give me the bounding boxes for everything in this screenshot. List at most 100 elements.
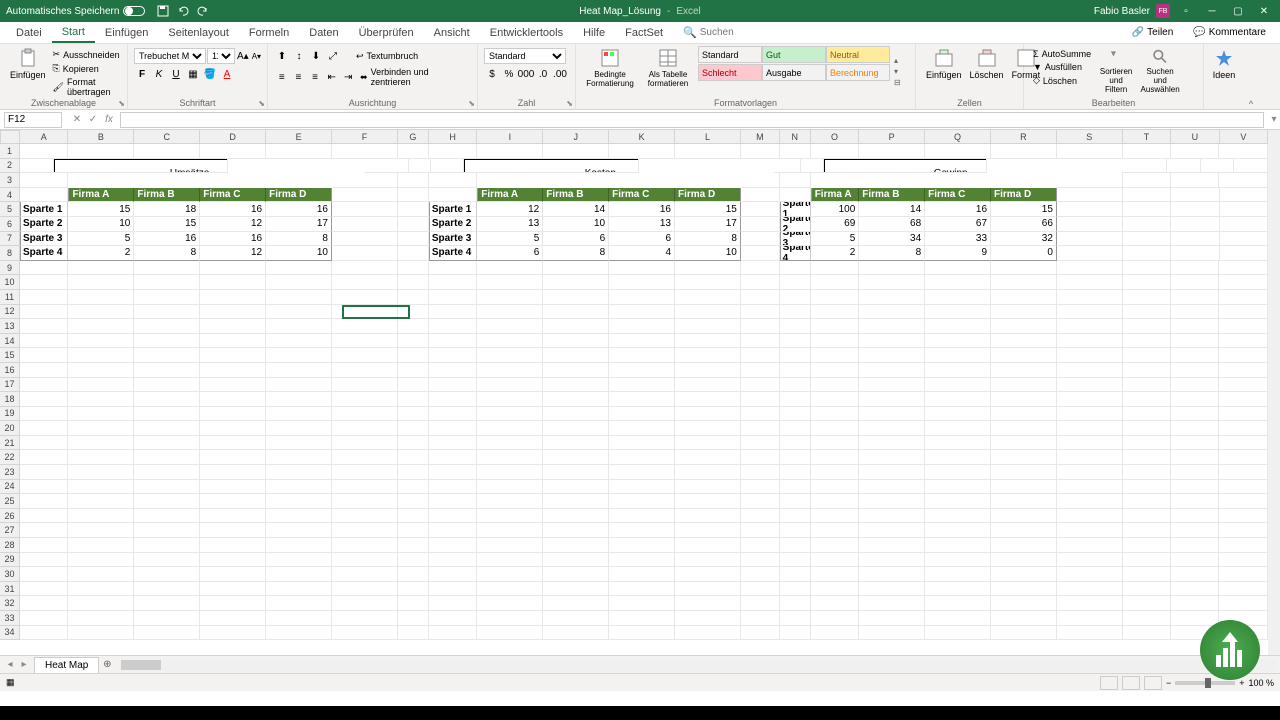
cell[interactable] <box>332 275 398 290</box>
cell[interactable] <box>780 144 811 159</box>
cell[interactable] <box>991 465 1057 480</box>
cell[interactable]: 16 <box>925 202 991 217</box>
cell[interactable] <box>1171 582 1219 597</box>
cell[interactable] <box>741 392 780 407</box>
style-ausgabe[interactable]: Ausgabe <box>762 64 826 81</box>
cell[interactable] <box>200 567 266 582</box>
cell[interactable] <box>20 188 68 203</box>
cell[interactable] <box>543 407 609 422</box>
cell[interactable] <box>675 363 741 378</box>
zoom-level[interactable]: 100 % <box>1248 678 1274 688</box>
col-header[interactable]: O <box>811 130 859 144</box>
cell[interactable] <box>477 567 543 582</box>
cell[interactable] <box>1057 173 1123 188</box>
cell[interactable] <box>20 509 68 524</box>
cell[interactable] <box>200 480 266 495</box>
cell[interactable] <box>859 494 925 509</box>
cell[interactable]: 66 <box>991 217 1057 232</box>
cell[interactable] <box>398 553 429 568</box>
cell[interactable] <box>741 567 780 582</box>
page-break-view-icon[interactable] <box>1144 676 1162 690</box>
cell[interactable] <box>1123 261 1171 276</box>
cell[interactable] <box>20 523 68 538</box>
cell[interactable] <box>991 509 1057 524</box>
col-header[interactable]: K <box>609 130 675 144</box>
tab-überprüfen[interactable]: Überprüfen <box>349 24 424 42</box>
cell[interactable] <box>811 596 859 611</box>
cell[interactable] <box>332 363 398 378</box>
cell[interactable] <box>1220 217 1268 232</box>
cell[interactable] <box>200 582 266 597</box>
cell[interactable]: 8 <box>543 246 609 261</box>
cell[interactable] <box>1123 348 1171 363</box>
cell[interactable] <box>266 305 332 320</box>
merge-button[interactable]: ⬌ Verbinden und zentrieren <box>357 66 471 88</box>
number-launcher[interactable]: ⬊ <box>566 99 573 108</box>
cell[interactable] <box>1171 436 1219 451</box>
cell[interactable] <box>859 348 925 363</box>
cell[interactable] <box>68 582 134 597</box>
undo-icon[interactable] <box>175 3 191 19</box>
col-header[interactable]: Q <box>925 130 991 144</box>
cell[interactable] <box>266 538 332 553</box>
cell[interactable] <box>409 159 431 174</box>
cell[interactable]: 15 <box>134 217 200 232</box>
cell[interactable] <box>266 334 332 349</box>
cell[interactable] <box>543 392 609 407</box>
cell[interactable] <box>266 144 332 159</box>
cell[interactable] <box>811 567 859 582</box>
cell[interactable] <box>543 334 609 349</box>
row-header[interactable]: 34 <box>0 626 20 641</box>
cell[interactable] <box>134 582 200 597</box>
cell[interactable] <box>741 202 780 217</box>
cell[interactable]: Firma D <box>991 188 1057 203</box>
cell[interactable] <box>266 596 332 611</box>
comments-button[interactable]: 💬 Kommentare <box>1185 25 1274 40</box>
cell[interactable] <box>1057 392 1123 407</box>
cell[interactable] <box>429 363 477 378</box>
tab-hilfe[interactable]: Hilfe <box>573 24 615 42</box>
row-header[interactable]: 31 <box>0 582 20 597</box>
cell[interactable]: Firma D <box>675 188 741 203</box>
cell[interactable]: Firma C <box>609 188 675 203</box>
cell[interactable] <box>1057 465 1123 480</box>
cell[interactable] <box>1171 567 1219 582</box>
cell[interactable] <box>811 480 859 495</box>
clipboard-launcher[interactable]: ⬊ <box>118 99 125 108</box>
cell[interactable] <box>429 611 477 626</box>
cell[interactable] <box>1220 188 1268 203</box>
cell[interactable] <box>780 509 811 524</box>
cell[interactable] <box>68 363 134 378</box>
cell[interactable] <box>1057 261 1123 276</box>
cell[interactable] <box>20 567 68 582</box>
cell[interactable] <box>20 407 68 422</box>
cell[interactable] <box>811 582 859 597</box>
cell[interactable] <box>477 553 543 568</box>
cell[interactable] <box>332 392 398 407</box>
zoom-in-icon[interactable]: + <box>1239 678 1244 688</box>
cell[interactable] <box>991 275 1057 290</box>
cell[interactable] <box>20 626 68 641</box>
cell[interactable] <box>398 392 429 407</box>
cell[interactable] <box>991 378 1057 393</box>
cell[interactable] <box>811 465 859 480</box>
cell[interactable] <box>925 538 991 553</box>
cell[interactable] <box>1123 450 1171 465</box>
cell[interactable] <box>811 538 859 553</box>
cell[interactable] <box>741 173 780 188</box>
cell[interactable] <box>925 553 991 568</box>
cell[interactable]: Umsätze <box>54 159 229 174</box>
cell[interactable] <box>1167 159 1201 174</box>
cell[interactable]: Sparte 4 <box>20 246 68 261</box>
cell[interactable] <box>134 611 200 626</box>
currency-icon[interactable]: $ <box>484 66 500 82</box>
cell[interactable] <box>859 509 925 524</box>
cell[interactable] <box>1123 144 1171 159</box>
cell[interactable]: 5 <box>477 232 543 247</box>
cell[interactable] <box>429 319 477 334</box>
cell[interactable] <box>609 611 675 626</box>
cell[interactable] <box>1234 159 1268 174</box>
cell[interactable] <box>68 378 134 393</box>
cell[interactable] <box>1123 567 1171 582</box>
cell[interactable] <box>1171 392 1219 407</box>
